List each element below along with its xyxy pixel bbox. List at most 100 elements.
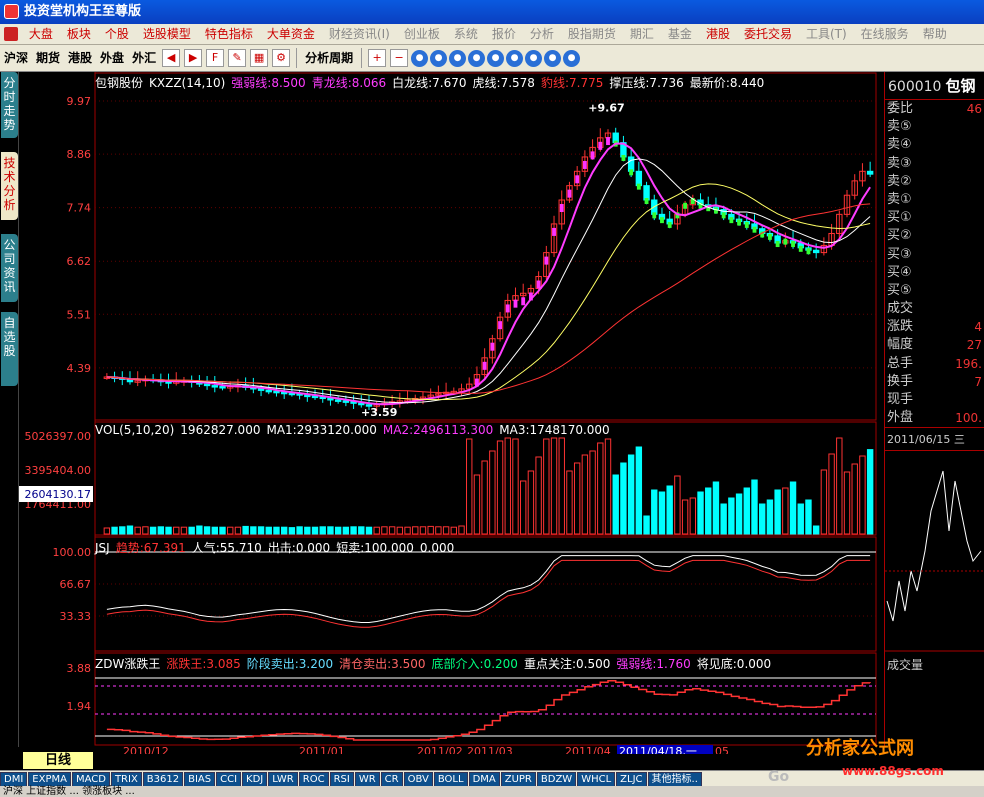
watermark: 分析家公式网 www.88gs.com Go — [768, 738, 982, 785]
menu-item[interactable]: 报价 — [485, 24, 523, 44]
price-tick-label: 5.51 — [67, 308, 92, 321]
strength-block — [482, 361, 487, 370]
market-button[interactable]: 沪深 — [0, 45, 32, 71]
period-label[interactable]: 分析周期 — [301, 45, 357, 71]
moving-average-line — [106, 142, 871, 406]
grid-icon[interactable]: ▦ — [250, 49, 269, 67]
menu-item[interactable]: 在线服务 — [854, 24, 916, 44]
toolbar-separator — [296, 48, 298, 68]
menu-item[interactable]: 港股 — [699, 24, 737, 44]
menu-item[interactable]: 大盘 — [22, 24, 60, 44]
indicator-tab[interactable]: MACD — [71, 772, 110, 786]
indicator-label: 虎线 — [472, 76, 497, 90]
candle-body — [257, 388, 265, 391]
f10-icon[interactable]: F — [206, 49, 225, 67]
volume-bar — [759, 503, 766, 535]
quote-label: 买⑤ — [887, 282, 912, 298]
menu-item[interactable]: 板块 — [60, 24, 98, 44]
side-tab[interactable]: 分时走势 — [1, 72, 18, 138]
volume-tick-label: 5026397.00 — [25, 430, 91, 443]
back-circle-icon[interactable]: ● — [430, 50, 448, 67]
indicator-tab[interactable]: LWR — [268, 772, 298, 786]
settings-icon[interactable]: ⚙ — [272, 49, 291, 67]
forward-icon[interactable]: ▶ — [184, 49, 203, 67]
menu-item[interactable]: 委托交易 — [737, 24, 799, 44]
back-icon[interactable]: ◀ — [162, 49, 181, 67]
vol-ma3: MA3:1748170.000 — [499, 423, 610, 437]
menu-item[interactable]: 创业板 — [397, 24, 447, 44]
indicator-tab[interactable]: CCI — [216, 772, 242, 786]
menu-item[interactable]: 基金 — [661, 24, 699, 44]
side-tab[interactable]: 自选股 — [1, 312, 18, 386]
notes-icon[interactable]: ✎ — [228, 49, 247, 67]
date-tick-label: 2011/01 — [299, 745, 345, 754]
volume-bar — [126, 525, 134, 535]
side-tab[interactable]: 技术分析 — [1, 152, 18, 220]
zoom-out-icon[interactable]: − — [390, 49, 409, 67]
jsj-tick-label: 100.00 — [53, 546, 92, 559]
play-icon[interactable]: ● — [411, 50, 429, 67]
chart-area[interactable]: 9.97 8.86 7.74 6.62 5.51 4.39 +9.67 +3.59 502639… — [19, 72, 885, 754]
indicator-tab[interactable]: BDZW — [536, 772, 577, 786]
strength-block — [536, 280, 541, 289]
indicator-tab[interactable]: BOLL — [433, 772, 468, 786]
candle-body — [812, 249, 820, 254]
strength-block — [798, 245, 803, 252]
close-circle-icon[interactable]: ● — [544, 50, 562, 67]
indicator-tab[interactable]: OBV — [403, 772, 433, 786]
menu-item[interactable]: 期汇 — [623, 24, 661, 44]
indicator-tab[interactable]: WR — [354, 772, 380, 786]
indicator-tab[interactable]: ZLJC — [616, 772, 647, 786]
indicator-tab[interactable]: KDJ — [242, 772, 268, 786]
candle-body — [643, 185, 650, 201]
strength-block — [714, 207, 718, 214]
strength-block — [767, 233, 772, 240]
indicator-tab[interactable]: WHCL — [577, 772, 616, 786]
quote-date: 2011/06/15 三 — [885, 427, 984, 452]
down-icon[interactable]: ● — [487, 50, 505, 67]
menu-item[interactable]: 帮助 — [916, 24, 954, 44]
menu-item[interactable]: 财经资讯(I) — [322, 24, 397, 44]
menu-item[interactable]: 股指期货 — [561, 24, 623, 44]
market-button[interactable]: 外汇 — [128, 45, 160, 71]
menu-item[interactable]: 系统 — [447, 24, 485, 44]
volume-bar — [265, 526, 272, 535]
side-tab[interactable]: 公司资讯 — [1, 234, 18, 302]
market-button[interactable]: 期货 — [32, 45, 64, 71]
indicator-tab[interactable]: 其他指标.. — [647, 772, 702, 786]
indicator-tab[interactable]: DMA — [468, 772, 500, 786]
menu-item[interactable]: 分析 — [523, 24, 561, 44]
market-button[interactable]: 港股 — [64, 45, 96, 71]
indicator-tab[interactable]: CR — [380, 772, 403, 786]
indicator-tab[interactable]: BIAS — [184, 772, 216, 786]
volume-bar — [257, 526, 265, 535]
stock-chart[interactable]: 9.97 8.86 7.74 6.62 5.51 4.39 +9.67 +3.59 502639… — [19, 72, 885, 754]
volume-bar — [743, 487, 750, 535]
indicator-tab[interactable]: DMI — [0, 772, 28, 786]
indicator-tab[interactable]: TRIX — [110, 772, 142, 786]
menu-item[interactable]: 特色指标 — [198, 24, 260, 44]
menu-item[interactable]: 工具(T) — [799, 24, 854, 44]
candle-body — [273, 390, 280, 394]
quote-row: 外盘 100. — [885, 409, 984, 427]
pin-icon[interactable]: ● — [468, 50, 486, 67]
menu-item[interactable]: 选股模型 — [136, 24, 198, 44]
volume-bar — [188, 526, 195, 535]
indicator-tab[interactable]: B3612 — [142, 772, 184, 786]
market-button[interactable]: 外盘 — [96, 45, 128, 71]
rewind-icon[interactable]: ● — [449, 50, 467, 67]
window-icon[interactable]: ● — [563, 50, 581, 67]
up2-icon[interactable]: ● — [525, 50, 543, 67]
menu-item[interactable]: 个股 — [98, 24, 136, 44]
zdw-c: 清仓卖出:3.500 — [339, 657, 426, 671]
period-day-button[interactable]: 日线 — [23, 752, 93, 769]
indicator-tab[interactable]: ROC — [298, 772, 329, 786]
indicator-tab[interactable]: EXPMA — [28, 772, 71, 786]
volume-bar — [866, 449, 874, 535]
indicator-tab[interactable]: ZUPR — [500, 772, 536, 786]
zoom-in-icon[interactable]: + — [368, 49, 387, 67]
indicator-tab[interactable]: RSI — [329, 772, 354, 786]
up-icon[interactable]: ● — [506, 50, 524, 67]
menu-item[interactable]: 大单资金 — [260, 24, 322, 44]
strength-block — [783, 238, 788, 245]
